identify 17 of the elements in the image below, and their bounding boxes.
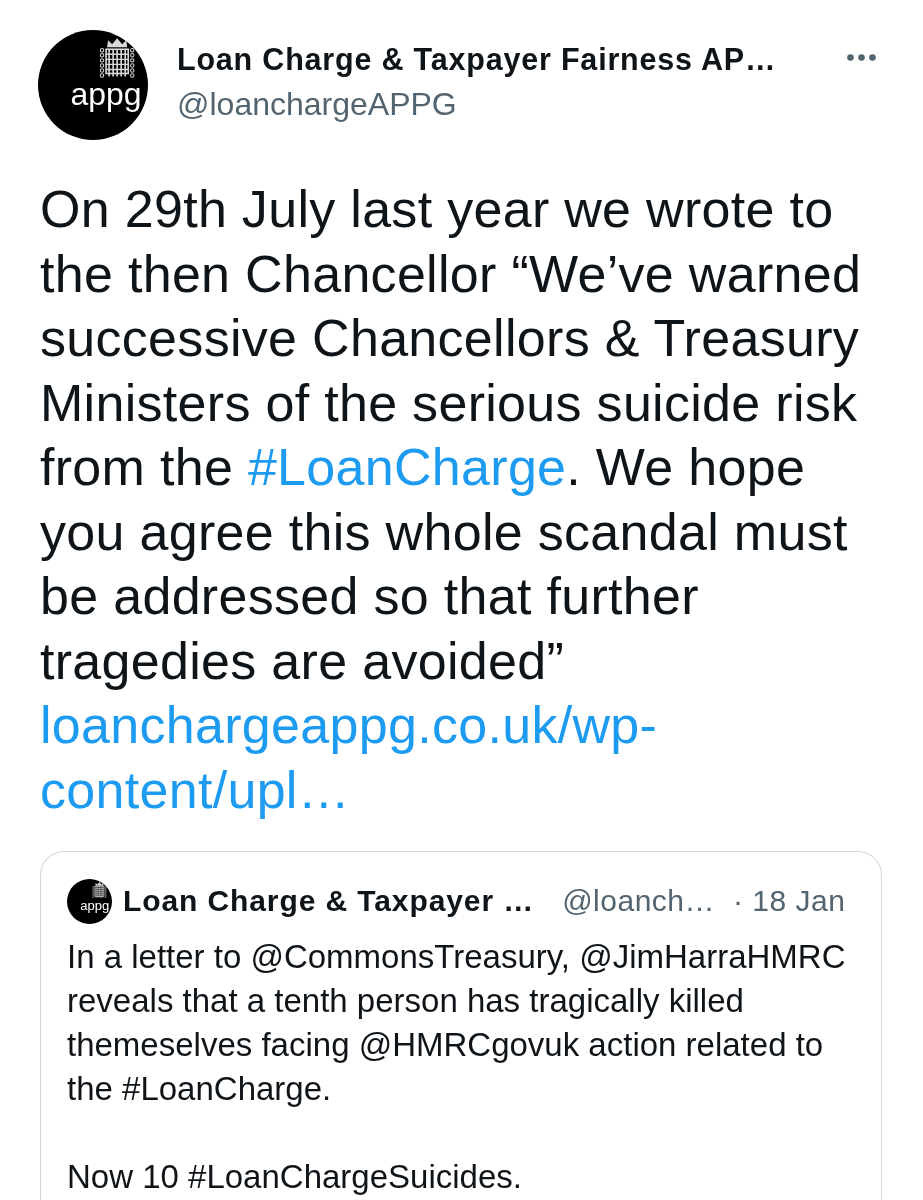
quoted-author-name[interactable]: Loan Charge & Taxpayer … [123, 883, 535, 919]
quoted-tweet-text: In a letter to @CommonsTreasury, @JimHarraHMRC reveals that a tenth person has tragically killed themeselves facing @HMRCgovuk action related to the #LoanCharge. [67, 936, 847, 1109]
quoted-tweet-card[interactable] [40, 851, 882, 1200]
author-name[interactable]: Loan Charge & Taxpayer Fairness AP… [177, 41, 777, 77]
logo-text: appg [70, 79, 142, 112]
quoted-tweet-time[interactable]: · 18 Jan [733, 883, 846, 919]
quoted-tweet-text: Now 10 #LoanChargeSuicides. [67, 1156, 523, 1197]
more-icon [847, 54, 876, 61]
logo-text: appg [80, 898, 110, 912]
avatar-logo[interactable]: appg [38, 30, 148, 140]
author-handle[interactable]: @loanchargeAPPG [177, 85, 457, 123]
quoted-author-handle[interactable]: @loanch… [562, 883, 715, 919]
avatar-logo[interactable]: appg [67, 878, 112, 924]
portcullis-icon [98, 37, 135, 79]
tweet-text: On 29th July last year we wrote to the then Chancellor “We’ve warned successive Chancellors & Treasury Ministers of the serious suicide risk from the #LoanCharge. We hope you agree this whole scandal must be addressed so that further tragedies are avoided” loanchargeappg.co.uk/wp-content/upl… [40, 177, 882, 822]
more-button[interactable] [847, 54, 876, 61]
portcullis-icon [91, 881, 107, 899]
